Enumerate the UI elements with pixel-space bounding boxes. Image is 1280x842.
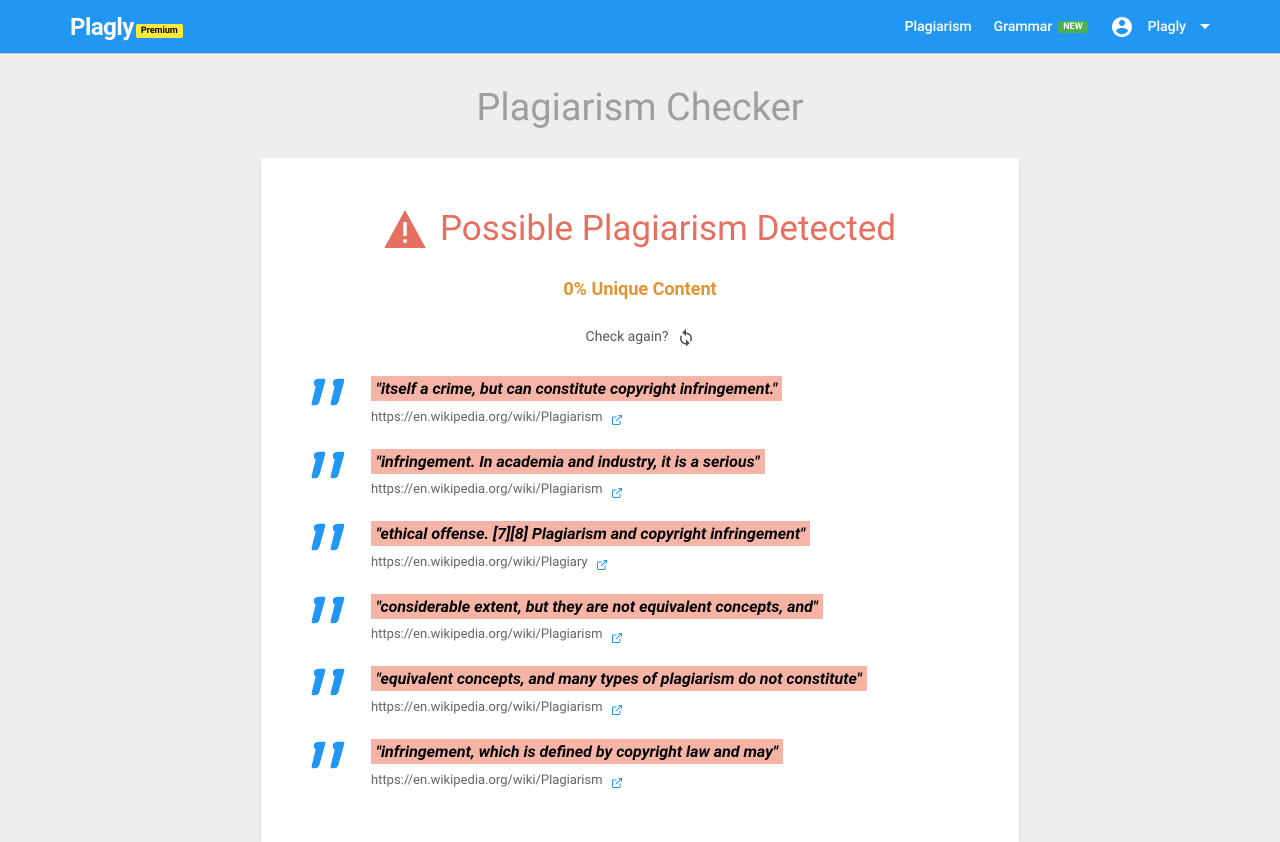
new-badge: NEW <box>1058 21 1087 33</box>
result-url-row: https://en.wikipedia.org/wiki/Plagiarism <box>371 700 969 715</box>
external-link-icon[interactable] <box>611 629 623 641</box>
result-snippet: "infringement, which is defined by copyr… <box>371 739 783 764</box>
page-title: Plagiarism Checker <box>0 86 1280 130</box>
result-url-row: https://en.wikipedia.org/wiki/Plagiarism <box>371 482 969 497</box>
result-item: "equivalent concepts, and many types of … <box>311 666 969 715</box>
result-content: "ethical offense. [7][8] Plagiarism and … <box>371 521 969 570</box>
result-url[interactable]: https://en.wikipedia.org/wiki/Plagiarism <box>371 410 603 425</box>
result-content: "infringement. In academia and industry,… <box>371 449 969 498</box>
quote-icon <box>311 596 349 624</box>
external-link-icon[interactable] <box>611 411 623 423</box>
nav-grammar[interactable]: Grammar NEW <box>994 19 1088 35</box>
quote-icon <box>311 451 349 479</box>
result-url-row: https://en.wikipedia.org/wiki/Plagiarism <box>371 627 969 642</box>
result-url[interactable]: https://en.wikipedia.org/wiki/Plagiarism <box>371 482 603 497</box>
results-list: "itself a crime, but can constitute copy… <box>311 376 969 788</box>
result-content: "itself a crime, but can constitute copy… <box>371 376 969 425</box>
user-name: Plagly <box>1148 19 1186 35</box>
nav-grammar-label: Grammar <box>994 19 1053 35</box>
quote-icon <box>311 378 349 406</box>
result-item: "infringement, which is defined by copyr… <box>311 739 969 788</box>
warning-icon <box>384 210 426 248</box>
premium-badge: Premium <box>136 24 183 38</box>
result-item: "infringement. In academia and industry,… <box>311 449 969 498</box>
result-url-row: https://en.wikipedia.org/wiki/Plagiary <box>371 555 969 570</box>
avatar-icon <box>1110 15 1134 39</box>
logo-text: Plagly <box>70 13 134 41</box>
external-link-icon[interactable] <box>611 774 623 786</box>
chevron-down-icon <box>1200 24 1210 29</box>
result-snippet: "equivalent concepts, and many types of … <box>371 666 867 691</box>
result-item: "itself a crime, but can constitute copy… <box>311 376 969 425</box>
result-item: "ethical offense. [7][8] Plagiarism and … <box>311 521 969 570</box>
quote-icon <box>311 741 349 769</box>
quote-icon <box>311 668 349 696</box>
result-snippet: "ethical offense. [7][8] Plagiarism and … <box>371 521 810 546</box>
result-url[interactable]: https://en.wikipedia.org/wiki/Plagiarism <box>371 700 603 715</box>
external-link-icon[interactable] <box>596 556 608 568</box>
refresh-icon <box>677 328 695 346</box>
result-snippet: "infringement. In academia and industry,… <box>371 449 765 474</box>
unique-content-score: 0% Unique Content <box>311 279 969 300</box>
top-navbar: Plagly Premium Plagiarism Grammar NEW Pl… <box>0 0 1280 54</box>
external-link-icon[interactable] <box>611 701 623 713</box>
result-content: "infringement, which is defined by copyr… <box>371 739 969 788</box>
check-again-button[interactable]: Check again? <box>311 328 969 346</box>
user-menu[interactable]: Plagly <box>1110 15 1210 39</box>
logo-area[interactable]: Plagly Premium <box>70 13 183 41</box>
quote-icon <box>311 523 349 551</box>
result-item: "considerable extent, but they are not e… <box>311 594 969 643</box>
result-url[interactable]: https://en.wikipedia.org/wiki/Plagiary <box>371 555 588 570</box>
result-snippet: "considerable extent, but they are not e… <box>371 594 823 619</box>
result-snippet: "itself a crime, but can constitute copy… <box>371 376 782 401</box>
check-again-label: Check again? <box>586 329 669 345</box>
nav-plagiarism[interactable]: Plagiarism <box>905 19 972 35</box>
result-url-row: https://en.wikipedia.org/wiki/Plagiarism <box>371 410 969 425</box>
result-content: "equivalent concepts, and many types of … <box>371 666 969 715</box>
result-url[interactable]: https://en.wikipedia.org/wiki/Plagiarism <box>371 773 603 788</box>
detection-header: Possible Plagiarism Detected <box>311 208 969 249</box>
result-url-row: https://en.wikipedia.org/wiki/Plagiarism <box>371 773 969 788</box>
result-content: "considerable extent, but they are not e… <box>371 594 969 643</box>
results-card: Possible Plagiarism Detected 0% Unique C… <box>261 158 1019 842</box>
external-link-icon[interactable] <box>611 484 623 496</box>
result-url[interactable]: https://en.wikipedia.org/wiki/Plagiarism <box>371 627 603 642</box>
nav-area: Plagiarism Grammar NEW Plagly <box>905 15 1210 39</box>
detection-title: Possible Plagiarism Detected <box>440 208 896 249</box>
